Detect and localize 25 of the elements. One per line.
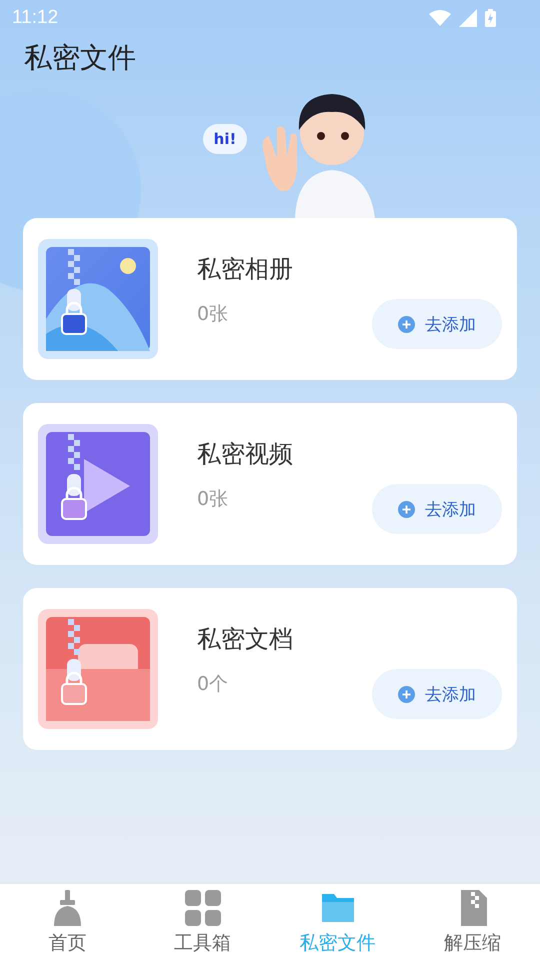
folder-lock-icon — [38, 609, 158, 729]
status-time: 11:12 — [12, 7, 58, 29]
plus-icon — [398, 686, 415, 702]
page-title: 私密文件 — [23, 40, 136, 76]
item-count: 0个 — [197, 672, 228, 697]
signal-icon — [459, 9, 477, 27]
battery-icon — [485, 9, 496, 27]
nav-tab[interactable]: 解压缩 — [405, 884, 540, 960]
plus-icon — [398, 316, 415, 332]
section-title: 私密文档 — [197, 624, 293, 655]
item-count: 0张 — [197, 487, 228, 512]
grid-icon — [182, 888, 222, 928]
add-button[interactable]: 去添加 — [372, 484, 502, 534]
nav-tab[interactable]: 首页 — [0, 884, 135, 960]
wifi-icon — [429, 10, 451, 26]
add-button[interactable]: 去添加 — [372, 299, 502, 349]
nav-tab[interactable]: 工具箱 — [135, 884, 270, 960]
plus-icon — [398, 500, 415, 518]
section-title: 私密视频 — [197, 439, 293, 470]
item-count: 0张 — [197, 302, 228, 327]
photo-lock-icon — [38, 239, 158, 359]
section-title: 私密相册 — [197, 254, 293, 285]
add-button[interactable]: 去添加 — [372, 669, 502, 719]
speech-bubble: hi! — [202, 124, 248, 154]
video-lock-icon — [38, 424, 158, 544]
